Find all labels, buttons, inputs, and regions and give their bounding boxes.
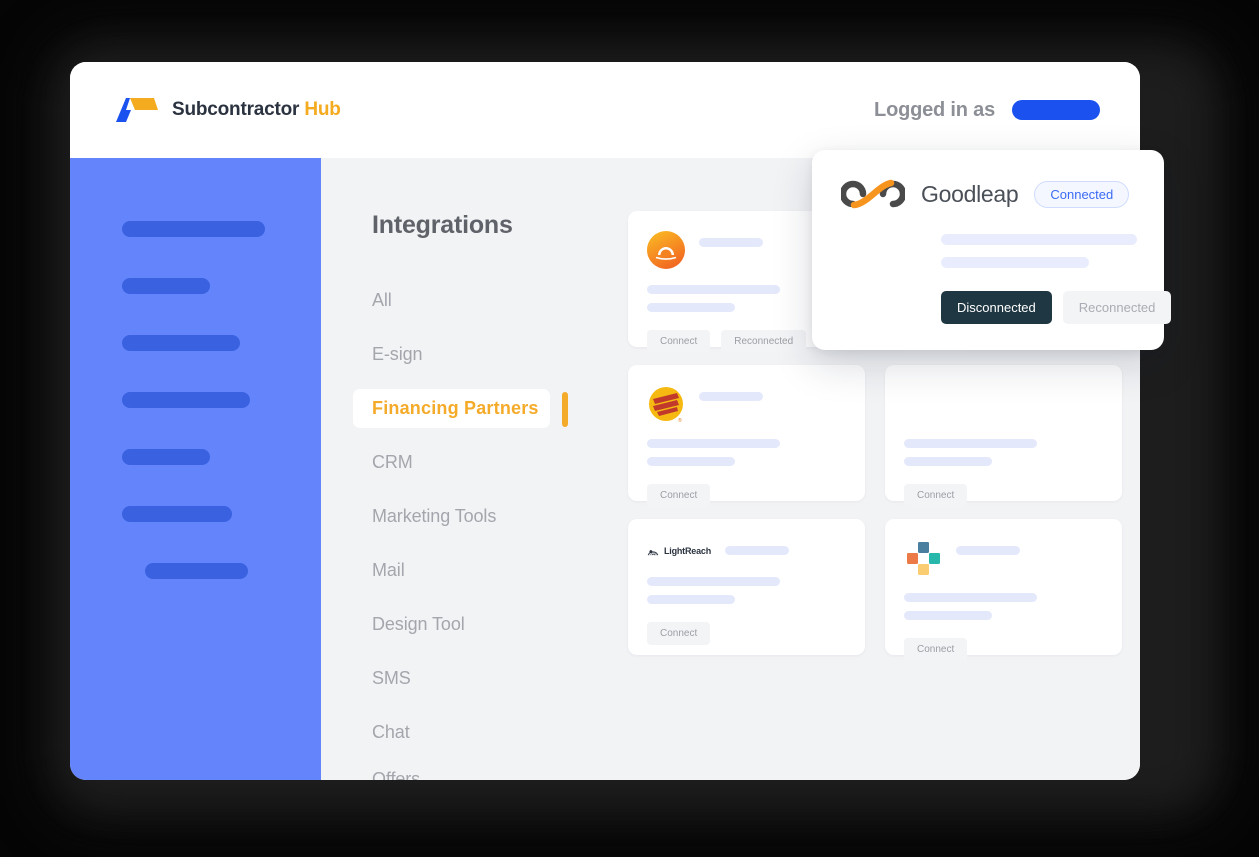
connect-button[interactable]: Connect — [904, 484, 968, 507]
brand-name: Subcontractor — [172, 99, 300, 120]
card-line-placeholder — [904, 593, 1037, 602]
card-actions: Connect — [904, 638, 1105, 661]
lightreach-mark-icon — [647, 550, 659, 556]
card-title-placeholder — [725, 546, 789, 555]
sungage-icon: ® — [649, 387, 683, 423]
card-line-placeholder — [647, 457, 735, 466]
card-text-placeholders — [904, 439, 1105, 466]
connect-button[interactable]: Connect — [647, 484, 711, 507]
card-title-placeholder — [699, 392, 763, 401]
sidebar-placeholder-item[interactable] — [122, 506, 232, 522]
lightreach-icon: LightReach — [647, 541, 711, 561]
reconnected-button[interactable]: Reconnected — [721, 330, 807, 353]
card-actions: Connect — [904, 484, 1105, 507]
nav-item-financing-partners[interactable]: Financing Partners — [353, 389, 568, 428]
sunlight-financial-icon — [647, 231, 685, 269]
lightreach-label: LightReach — [663, 546, 711, 556]
goodleap-infinity-icon — [841, 179, 905, 209]
sidebar-placeholder-item[interactable] — [145, 563, 248, 579]
card-line-placeholder — [647, 303, 735, 312]
card-line-placeholder — [647, 285, 780, 294]
card-actions: Connect — [647, 622, 848, 645]
brand-text: Subcontractor Hub — [172, 99, 341, 121]
card-header: ® — [647, 385, 848, 423]
card-title-placeholder — [699, 238, 763, 247]
disconnected-button[interactable]: Disconnected — [941, 291, 1052, 324]
goodleap-detail-popup: Goodleap Connected Disconnected Reconnec… — [812, 150, 1172, 350]
card-header: LightReach — [647, 539, 848, 561]
connect-button[interactable]: Connect — [647, 622, 711, 645]
nav-item-all[interactable]: All — [353, 281, 628, 320]
sidebar-placeholder-item[interactable] — [122, 392, 250, 408]
card-header — [904, 385, 1105, 423]
card-line-placeholder — [904, 457, 992, 466]
connect-button[interactable]: Connect — [904, 638, 968, 661]
nav-item-sms[interactable]: SMS — [353, 659, 628, 698]
popup-header: Goodleap Connected — [841, 176, 1136, 212]
svg-text:®: ® — [678, 417, 682, 423]
sidebar-placeholder-item[interactable] — [122, 449, 210, 465]
card-line-placeholder — [904, 611, 992, 620]
brand[interactable]: Subcontractor Hub — [108, 96, 341, 124]
nav-item-marketing-tools[interactable]: Marketing Tools — [353, 497, 628, 536]
connect-button[interactable]: Connect — [647, 330, 711, 353]
nav-item-mail[interactable]: Mail — [353, 551, 628, 590]
integration-card[interactable]: LightReach Connect — [628, 519, 865, 655]
card-text-placeholders — [904, 593, 1105, 620]
integration-card[interactable]: ® Connect — [628, 365, 865, 507]
login-status: Logged in as — [874, 99, 1100, 122]
subcontractor-hub-logo-icon — [116, 98, 158, 122]
sidebar-placeholder-item[interactable] — [122, 278, 210, 294]
app-header: Subcontractor Hub Logged in as — [70, 62, 1140, 158]
card-text-placeholders — [647, 439, 848, 466]
enfin-cross-icon — [907, 542, 940, 575]
popup-line-placeholder — [941, 234, 1137, 245]
card-actions: Connect — [647, 484, 848, 507]
sidebar-placeholder-item[interactable] — [122, 221, 265, 237]
card-line-placeholder — [647, 595, 735, 604]
page-background: Subcontractor Hub Logged in as Integrati… — [0, 0, 1259, 857]
nav-item-offers[interactable]: Offers — [353, 760, 628, 780]
login-label: Logged in as — [874, 98, 995, 121]
popup-title: Goodleap — [921, 180, 1019, 207]
integration-card[interactable]: Connect — [885, 519, 1122, 661]
nav-item-design-tool[interactable]: Design Tool — [353, 605, 628, 644]
nav-list: All E-sign Financing Partners CRM Market… — [353, 281, 628, 780]
integration-nav: Integrations All E-sign Financing Partne… — [353, 211, 628, 780]
popup-line-placeholder — [941, 257, 1089, 268]
popup-actions: Disconnected Reconnected — [941, 291, 1172, 324]
nav-item-label: Financing Partners — [372, 398, 539, 418]
page-title: Integrations — [372, 211, 513, 239]
nav-item-chat[interactable]: Chat — [353, 713, 628, 752]
integration-card[interactable]: Connect — [885, 365, 1122, 507]
nav-item-e-sign[interactable]: E-sign — [353, 335, 628, 374]
login-user-placeholder[interactable] — [1012, 100, 1100, 120]
reconnected-button[interactable]: Reconnected — [1062, 291, 1172, 324]
active-indicator-bar — [562, 392, 568, 427]
partner-icon — [904, 385, 942, 423]
card-text-placeholders — [647, 577, 848, 604]
card-line-placeholder — [904, 439, 1037, 448]
status-badge: Connected — [1034, 180, 1130, 208]
sidebar-placeholder-item[interactable] — [122, 335, 240, 351]
card-title-placeholder — [956, 546, 1020, 555]
card-line-placeholder — [647, 439, 780, 448]
sidebar-rail — [70, 158, 321, 780]
brand-accent: Hub — [304, 99, 341, 120]
card-header — [904, 539, 1105, 577]
nav-item-crm[interactable]: CRM — [353, 443, 628, 482]
card-line-placeholder — [647, 577, 780, 586]
